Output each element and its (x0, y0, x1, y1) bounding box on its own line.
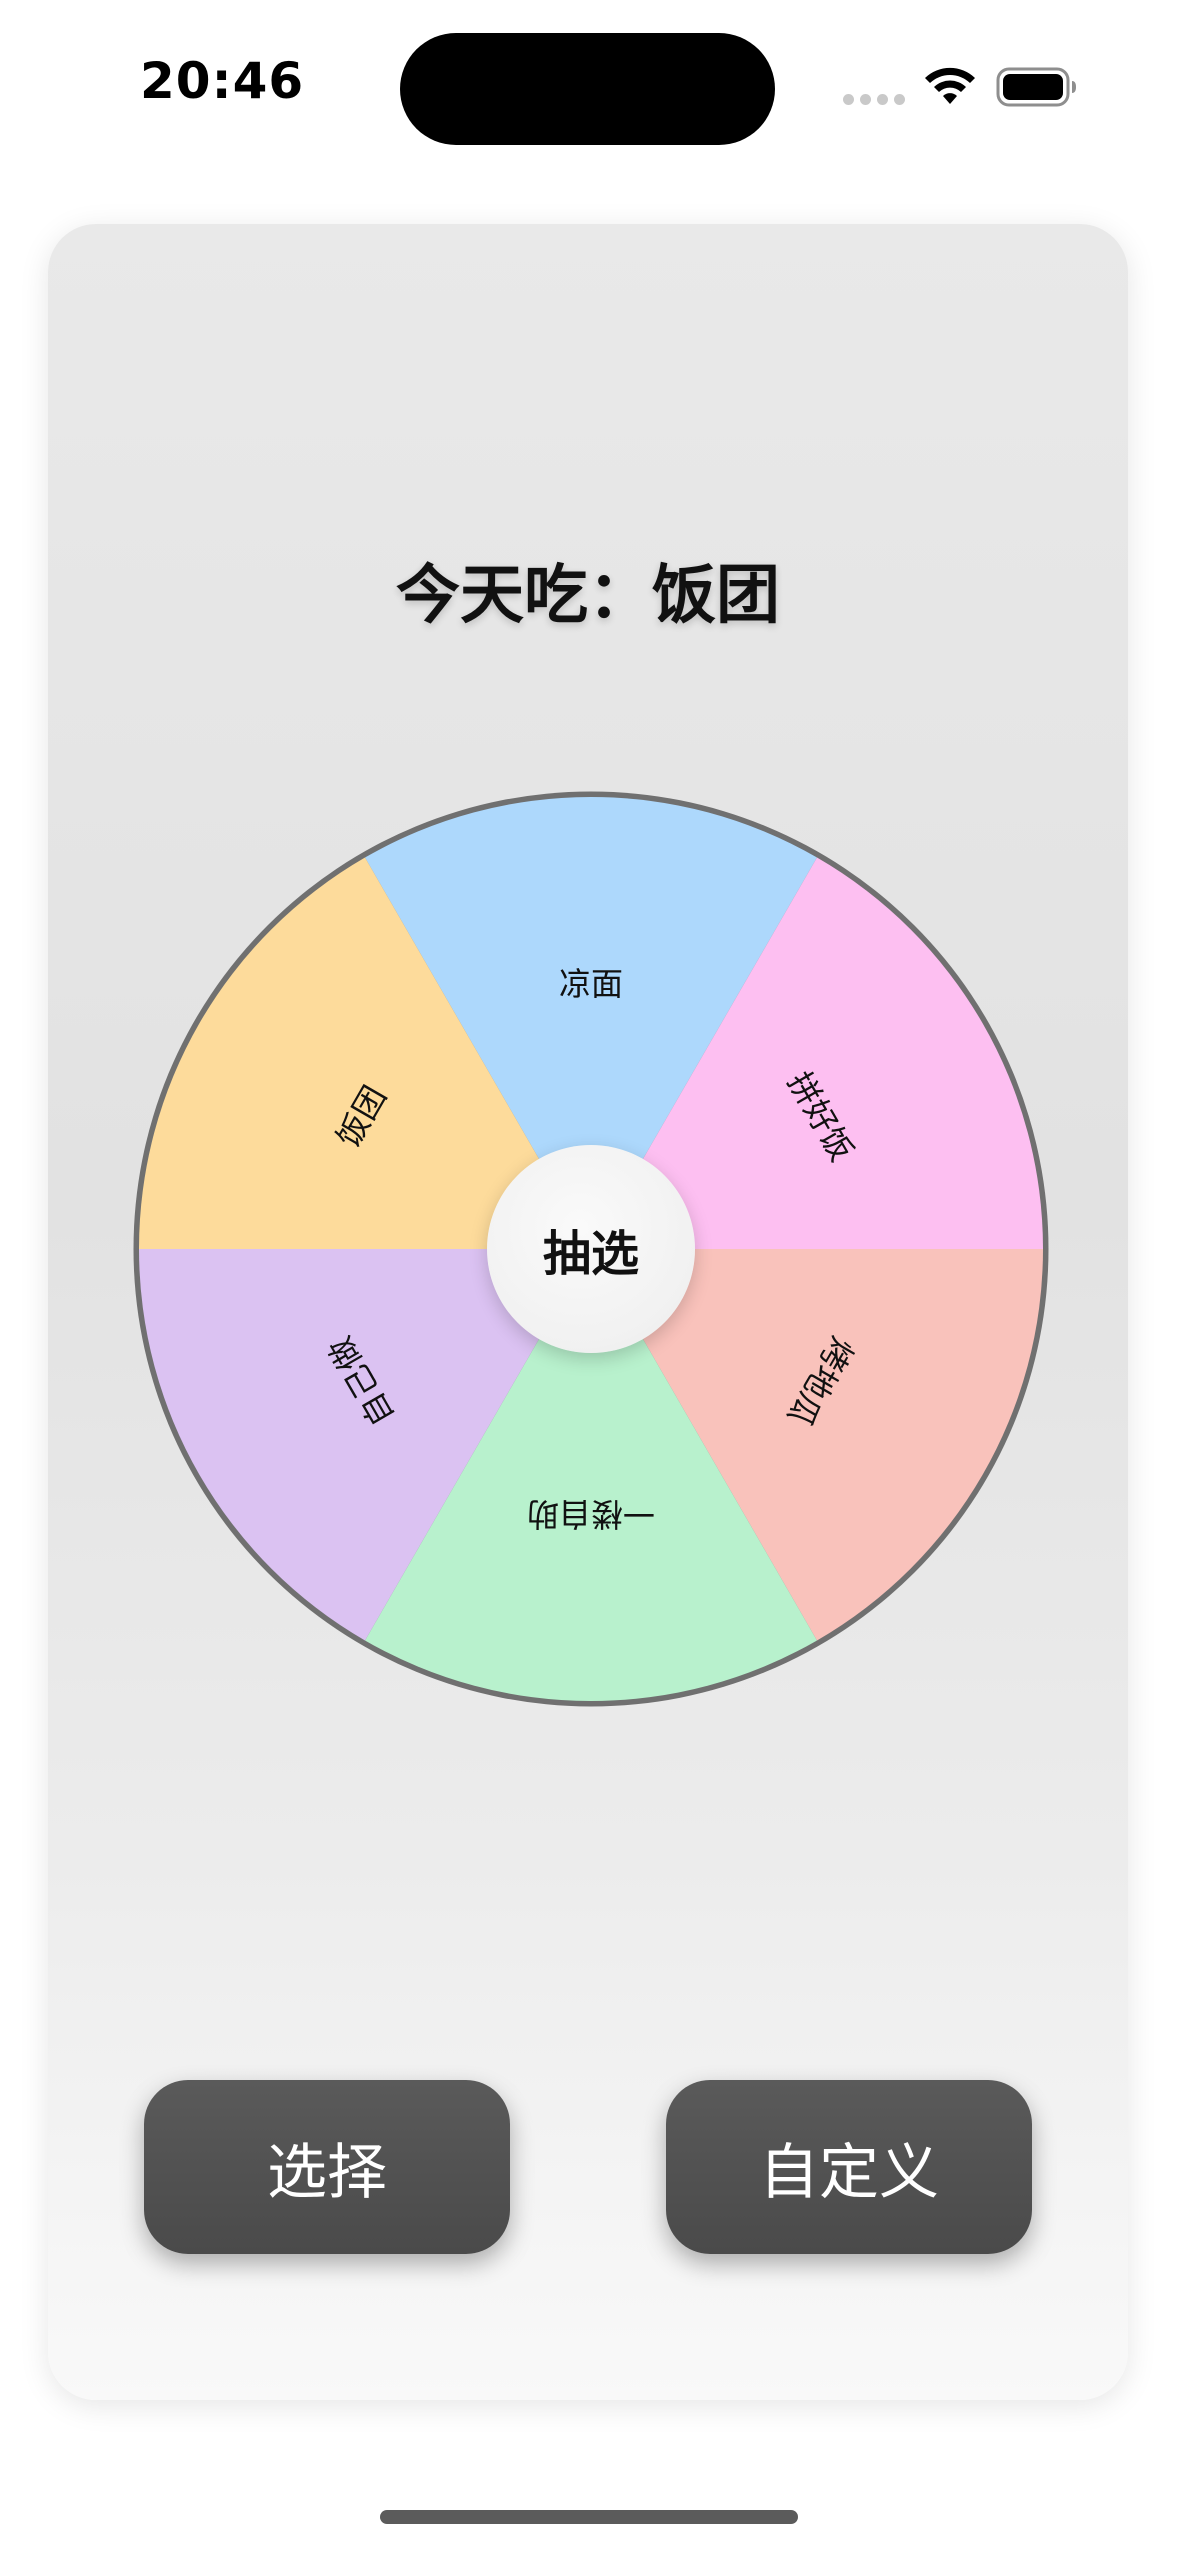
spin-wheel: 凉面 拼好饭 烤地瓜 一楼自助 自己做 饭团 抽选 (126, 784, 1056, 1714)
result-title: 今天吃：饭团 (396, 559, 780, 633)
wifi-icon (925, 67, 975, 104)
home-indicator (380, 2510, 798, 2524)
cellular-signal-icon (843, 94, 905, 105)
dynamic-island (400, 33, 775, 145)
wheel-segment-label: 凉面 (559, 965, 623, 1003)
battery-icon (996, 67, 1076, 107)
customize-button[interactable]: 自定义 (666, 2080, 1032, 2254)
wheel-segment-label: 一楼自助 (527, 1495, 655, 1533)
app-screen: 20:46 今天吃：饭团 凉面 拼好饭 烤地瓜 一楼自助 自己做 饭团 抽选 选择 自定义 (0, 0, 1179, 2556)
status-bar: 20:46 (0, 0, 1179, 170)
main-card: 今天吃：饭团 凉面 拼好饭 烤地瓜 一楼自助 自己做 饭团 抽选 选择 自定义 (48, 224, 1128, 2400)
select-button[interactable]: 选择 (144, 2080, 510, 2254)
status-time: 20:46 (140, 52, 305, 110)
spin-button[interactable]: 抽选 (487, 1145, 695, 1353)
